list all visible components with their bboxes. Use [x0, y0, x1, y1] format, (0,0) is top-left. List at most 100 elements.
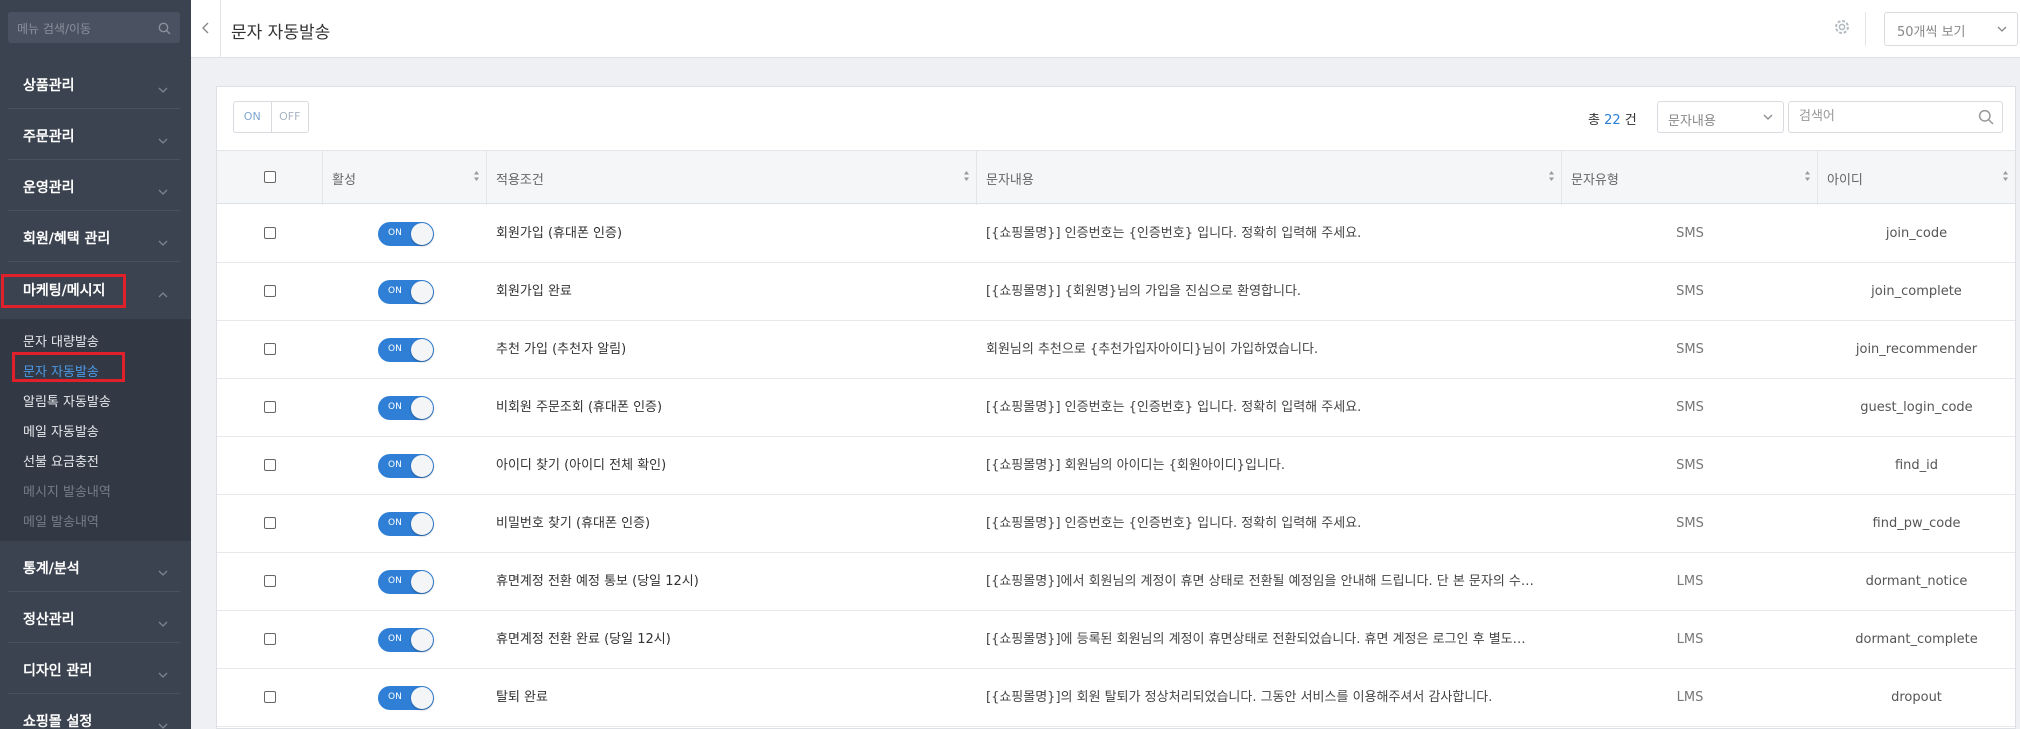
submenu-item-bulk-sms[interactable]: 문자 대량발송: [23, 331, 99, 350]
table-row[interactable]: ON 추천 가입 (추천자 알림) 회원님의 추천으로 {추천가입자아이디}님이 가…: [217, 321, 2015, 379]
search-box: [1788, 101, 2003, 133]
row-checkbox[interactable]: [264, 285, 276, 297]
menu-search-input[interactable]: 메뉴 검색/이동: [8, 12, 180, 43]
type-cell: LMS: [1676, 690, 1704, 705]
condition-cell[interactable]: 비밀번호 찾기 (휴대폰 인증): [496, 495, 966, 553]
column-header-condition[interactable]: 적용조건: [487, 151, 977, 205]
active-toggle-switch[interactable]: ON: [378, 396, 434, 420]
switch-label: ON: [388, 344, 402, 354]
chevron-down-icon: [158, 612, 168, 631]
select-all-checkbox[interactable]: [264, 171, 276, 183]
condition-cell[interactable]: 회원가입 완료: [496, 263, 966, 321]
collapse-sidebar-button[interactable]: [191, 0, 221, 58]
row-checkbox[interactable]: [264, 691, 276, 703]
switch-label: ON: [388, 692, 402, 702]
active-toggle-switch[interactable]: ON: [378, 686, 434, 710]
active-toggle-switch[interactable]: ON: [378, 454, 434, 478]
search-field-select[interactable]: 문자내용: [1657, 101, 1784, 133]
search-icon[interactable]: [158, 20, 171, 39]
id-cell: dormant_notice: [1865, 574, 1968, 589]
submenu-item-mail-history[interactable]: 메일 발송내역: [23, 511, 99, 530]
table-row[interactable]: ON 휴면계정 전환 예정 통보 (당일 12시) [{쇼핑몰명}]에서 회원님의 …: [217, 553, 2015, 611]
search-icon[interactable]: [1978, 109, 1994, 129]
sidebar-item-label: 주문관리: [23, 129, 75, 145]
submenu-item-message-history[interactable]: 메시지 발송내역: [23, 481, 111, 500]
active-toggle-switch[interactable]: ON: [378, 570, 434, 594]
row-checkbox[interactable]: [264, 227, 276, 239]
active-toggle-switch[interactable]: ON: [378, 338, 434, 362]
type-cell: SMS: [1676, 516, 1704, 531]
sidebar-item-shop-settings[interactable]: 쇼핑몰 설정: [8, 694, 180, 729]
condition-cell[interactable]: 휴면계정 전환 예정 통보 (당일 12시): [496, 553, 966, 611]
id-cell: find_pw_code: [1872, 516, 1961, 531]
sidebar-item-design[interactable]: 디자인 관리: [8, 643, 180, 694]
column-header-type[interactable]: 문자유형: [1562, 151, 1818, 205]
sidebar-item-operations[interactable]: 운영관리: [8, 160, 180, 211]
switch-knob: [411, 513, 433, 535]
condition-cell[interactable]: 아이디 찾기 (아이디 전체 확인): [496, 437, 966, 495]
table-row[interactable]: ON 비회원 주문조회 (휴대폰 인증) [{쇼핑몰명}] 인증번호는 {인증번호}…: [217, 379, 2015, 437]
row-checkbox[interactable]: [264, 343, 276, 355]
search-field-value: 문자내용: [1668, 114, 1716, 129]
condition-cell[interactable]: 비회원 주문조회 (휴대폰 인증): [496, 379, 966, 437]
condition-cell[interactable]: 탈퇴 완료: [496, 669, 966, 727]
sidebar-item-products[interactable]: 상품관리: [8, 58, 180, 109]
table-row[interactable]: ON 탈퇴 완료 [{쇼핑몰명}]의 회원 탈퇴가 정상처리되었습니다. 그동안 서…: [217, 669, 2015, 727]
table-row[interactable]: ON 회원가입 (휴대폰 인증) [{쇼핑몰명}] 인증번호는 {인증번호} 입니다…: [217, 205, 2015, 263]
bulk-on-button[interactable]: ON: [234, 102, 272, 132]
chevron-down-icon: [158, 129, 168, 148]
submenu-item-auto-mail[interactable]: 메일 자동발송: [23, 421, 99, 440]
total-number: 22: [1604, 113, 1621, 128]
column-label: 적용조건: [496, 173, 544, 188]
sidebar-item-label: 회원/혜택 관리: [23, 231, 111, 247]
column-header-active[interactable]: 활성: [323, 151, 487, 205]
header-select-all: [217, 151, 323, 205]
column-header-content[interactable]: 문자내용: [977, 151, 1562, 205]
switch-label: ON: [388, 518, 402, 528]
active-toggle-switch[interactable]: ON: [378, 280, 434, 304]
search-input[interactable]: [1799, 109, 1969, 124]
sort-icon: [1549, 171, 1554, 181]
sidebar-item-members[interactable]: 회원/혜택 관리: [8, 211, 180, 262]
condition-cell[interactable]: 회원가입 (휴대폰 인증): [496, 205, 966, 263]
sidebar-item-orders[interactable]: 주문관리: [8, 109, 180, 160]
column-header-id[interactable]: 아이디: [1818, 151, 2015, 205]
id-cell: join_code: [1885, 226, 1948, 241]
row-checkbox[interactable]: [264, 633, 276, 645]
chevron-down-icon: [158, 714, 168, 729]
active-toggle-switch[interactable]: ON: [378, 628, 434, 652]
bulk-off-button[interactable]: OFF: [272, 102, 309, 132]
column-label: 문자내용: [986, 173, 1034, 188]
sidebar-item-label: 정산관리: [23, 612, 75, 628]
table-row[interactable]: ON 휴면계정 전환 완료 (당일 12시) [{쇼핑몰명}]에 등록된 회원님의 …: [217, 611, 2015, 669]
table-row[interactable]: ON 비밀번호 찾기 (휴대폰 인증) [{쇼핑몰명}] 인증번호는 {인증번호} …: [217, 495, 2015, 553]
row-checkbox[interactable]: [264, 517, 276, 529]
row-checkbox[interactable]: [264, 459, 276, 471]
submenu-item-alimtalk[interactable]: 알림톡 자동발송: [23, 391, 111, 410]
id-cell: guest_login_code: [1860, 400, 1973, 415]
content-cell: [{쇼핑몰명}]에 등록된 회원님의 계정이 휴면상태로 전환되었습니다. 휴면…: [986, 632, 1526, 647]
chevron-down-icon: [158, 231, 168, 250]
sidebar-item-settlement[interactable]: 정산관리: [8, 592, 180, 643]
table-row[interactable]: ON 아이디 찾기 (아이디 전체 확인) [{쇼핑몰명}] 회원님의 아이디는 {…: [217, 437, 2015, 495]
chevron-down-icon: [158, 663, 168, 682]
active-toggle-switch[interactable]: ON: [378, 222, 434, 246]
table-row[interactable]: ON 회원가입 완료 [{쇼핑몰명}] {회원명}님의 가입을 진심으로 환영합니다…: [217, 263, 2015, 321]
condition-cell[interactable]: 추천 가입 (추천자 알림): [496, 321, 966, 379]
divider: [1865, 12, 1866, 46]
type-cell: SMS: [1676, 458, 1704, 473]
submenu-item-prepaid[interactable]: 선불 요금충전: [23, 451, 99, 470]
gear-icon[interactable]: [1832, 17, 1852, 41]
per-page-select[interactable]: 50개씩 보기: [1884, 12, 2018, 46]
active-toggle-switch[interactable]: ON: [378, 512, 434, 536]
menu-search-placeholder: 메뉴 검색/이동: [17, 22, 92, 36]
sidebar-item-statistics[interactable]: 통계/분석: [8, 541, 180, 592]
condition-cell[interactable]: 휴면계정 전환 완료 (당일 12시): [496, 611, 966, 669]
content-cell: [{쇼핑몰명}]의 회원 탈퇴가 정상처리되었습니다. 그동안 서비스를 이용해…: [986, 690, 1493, 705]
chevron-down-icon: [1997, 26, 2007, 32]
row-checkbox[interactable]: [264, 575, 276, 587]
row-checkbox[interactable]: [264, 401, 276, 413]
chevron-down-icon: [1763, 114, 1773, 120]
highlight-box-auto-sms: [12, 352, 125, 382]
column-label: 아이디: [1827, 173, 1863, 188]
